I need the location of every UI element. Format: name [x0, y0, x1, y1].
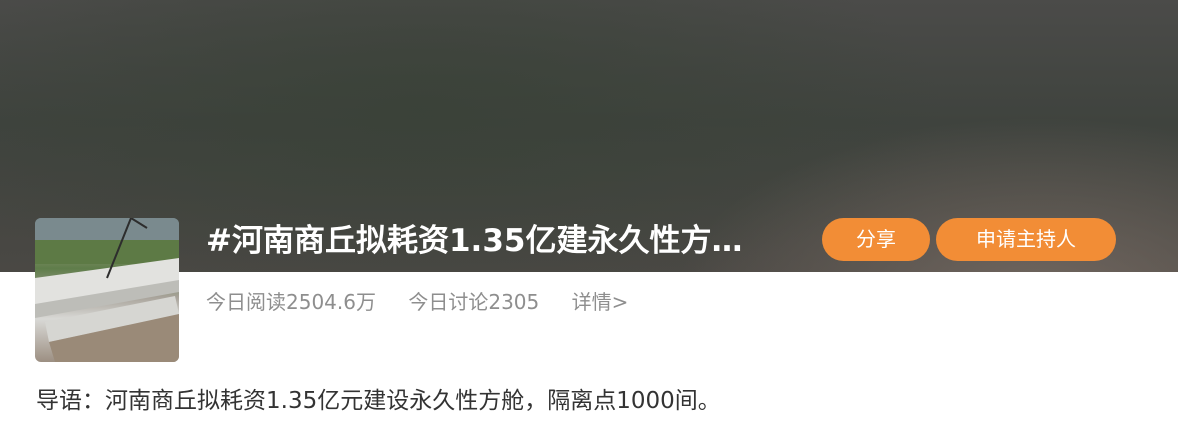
topic-thumbnail: [35, 218, 179, 362]
share-button[interactable]: 分享: [822, 218, 930, 261]
topic-intro: 导语：河南商丘拟耗资1.35亿元建设永久性方舱，隔离点1000间。: [36, 388, 721, 414]
construction-site-image: [35, 218, 179, 362]
today-reads-count: 今日阅读2504.6万: [206, 290, 376, 314]
details-link[interactable]: 详情>: [572, 286, 629, 318]
topic-title: #河南商丘拟耗资1.35亿建永久性方…: [206, 223, 743, 259]
apply-host-button[interactable]: 申请主持人: [936, 218, 1116, 261]
today-discussions-count: 今日讨论2305: [408, 290, 540, 314]
topic-stats: 今日阅读2504.6万 今日讨论2305 详情>: [206, 286, 628, 318]
